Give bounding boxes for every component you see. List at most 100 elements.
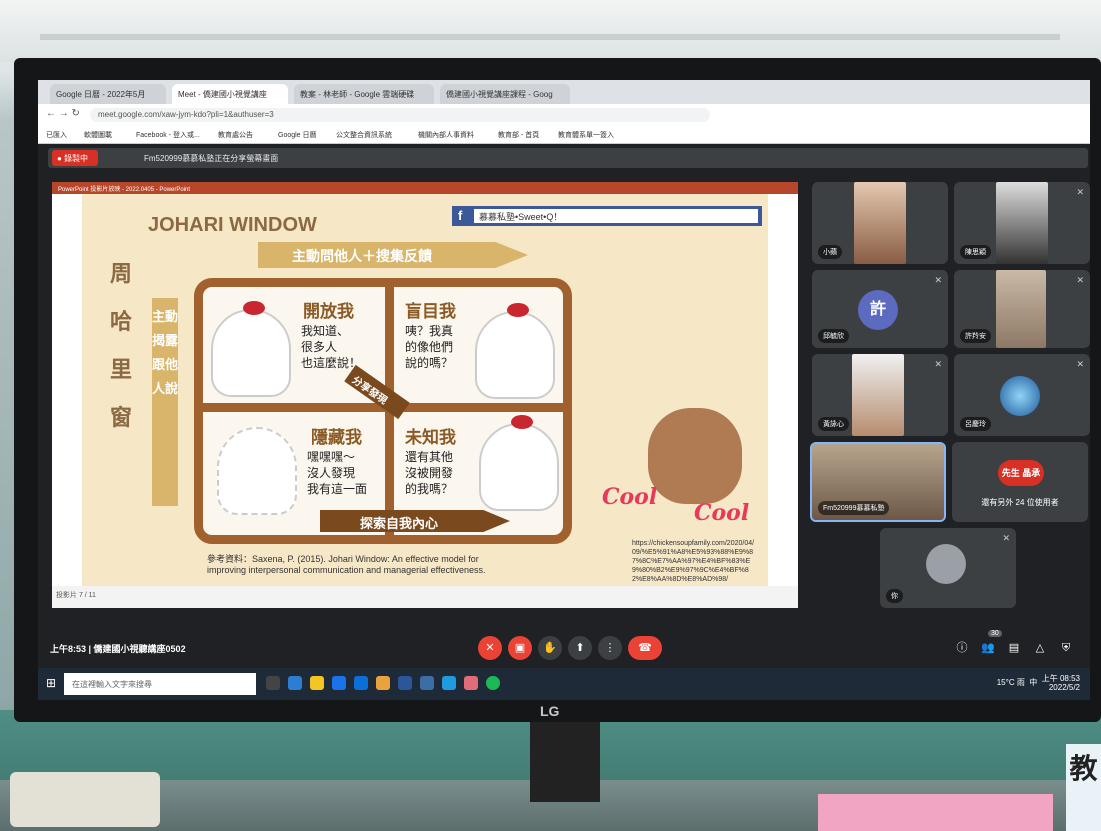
more-options-button[interactable]: ⋮ <box>598 636 622 660</box>
taskbar-search-input[interactable]: 在這裡輸入文字來搜尋 <box>64 673 256 695</box>
cool-text-1: Cool <box>602 484 658 510</box>
bookmark-item[interactable]: 軟體圖載 <box>84 130 112 140</box>
screen: Google 日曆 - 2022年5月 Meet - 僑建國小視覺講座 教案 -… <box>38 80 1090 700</box>
mic-off-icon: ✕ <box>1076 359 1084 369</box>
tab-course[interactable]: 僑建國小視覺講座課程 - Goog <box>440 84 570 104</box>
windows-start-icon[interactable]: ⊞ <box>46 676 56 690</box>
slide: JOHARI WINDOW f 慕慕私塾•Sweet•Q！ 主動問他人＋搜集反饋… <box>82 194 768 586</box>
monitor-brand-logo: LG <box>540 703 560 719</box>
task-view-icon[interactable] <box>266 676 280 690</box>
bookmark-item[interactable]: 公文整合資訊系統 <box>336 130 392 140</box>
room-sign: 教 <box>1066 744 1101 831</box>
powerpoint-icon[interactable] <box>464 676 478 690</box>
participant-avatar: 先生 晶承 <box>998 460 1044 486</box>
scanner-device <box>10 772 160 827</box>
reference-text: 參考資料：Saxena, P. (2015). Johari Window: A… <box>207 554 485 576</box>
tray-time: 上午 08:53 <box>1041 674 1080 683</box>
recording-badge[interactable]: ● 錄製中 <box>52 150 98 166</box>
tab-meet[interactable]: Meet - 僑建國小視覺講座 <box>172 84 288 104</box>
word-icon[interactable] <box>398 676 412 690</box>
people-icon[interactable]: 👥 <box>976 636 1000 660</box>
mic-off-icon: ✕ <box>934 359 942 369</box>
url-field[interactable]: meet.google.com/xaw-jym-kdo?pli=1&authus… <box>90 108 710 122</box>
meeting-info: 上午8:53 | 僑建國小視聽講座0502 <box>50 644 186 654</box>
participant-tile[interactable]: ✕ 呂慶玲 <box>954 354 1090 436</box>
quadrant-blind-title: 盲目我 <box>405 302 456 322</box>
info-icon[interactable]: ⓘ <box>950 636 974 660</box>
bookmark-item[interactable]: 教育體系單一簽入 <box>558 130 614 140</box>
tab-drive[interactable]: 教案 - 林老師 - Google 雲端硬碟 <box>294 84 434 104</box>
system-tray: 15°C 雨 中 上午 08:53 2022/5/2 <box>997 674 1080 692</box>
raise-hand-button[interactable]: ✋ <box>538 636 562 660</box>
presenting-text: Fm520999慕慕私塾正在分享螢幕畫面 <box>144 154 279 163</box>
quadrant-unknown-text: 還有其他 沒被開發 的我嗎？ <box>405 450 454 496</box>
quadrant-unknown-title: 未知我 <box>405 428 456 448</box>
hen-comb <box>243 301 265 315</box>
hen-comb <box>507 303 529 317</box>
side-arrow: 主動揭露跟他人說 <box>152 298 178 506</box>
hen-illustration <box>479 415 559 511</box>
participant-video <box>996 182 1048 264</box>
photo-scene: 教 LG Google 日曆 - 2022年5月 Meet - 僑建國小視覺講座… <box>0 0 1101 831</box>
tab-calendar[interactable]: Google 日曆 - 2022年5月 <box>50 84 166 104</box>
participant-tile[interactable]: ✕ 黃詠心 <box>812 354 948 436</box>
camera-toggle-button[interactable]: ▣ <box>508 636 532 660</box>
hen-comb <box>511 415 533 429</box>
bookmark-item[interactable]: 教育處公告 <box>218 130 253 140</box>
quadrant-hidden-title: 隱藏我 <box>311 428 362 448</box>
mail-icon[interactable] <box>354 676 368 690</box>
participant-avatar: 許 <box>858 290 898 330</box>
bookmark-item[interactable]: 已匯入 <box>46 130 67 140</box>
mic-off-icon: ✕ <box>934 275 942 285</box>
self-tile[interactable]: ✕ 你 <box>880 528 1016 608</box>
store-icon[interactable] <box>332 676 346 690</box>
participant-name: 呂慶玲 <box>960 417 991 431</box>
participant-tile[interactable]: 小蘋 <box>812 182 948 264</box>
participant-name: 許羚安 <box>960 329 991 343</box>
participant-tile[interactable]: 許 ✕ 邱毓欣 <box>812 270 948 348</box>
ime-indicator[interactable]: 中 <box>1029 678 1037 687</box>
ppt-title-bar: PowerPoint 投影片放映 - 2022.0405 - PowerPoin… <box>52 182 798 194</box>
nav-arrows-icon[interactable]: ← → ↻ <box>46 108 80 119</box>
hen-illustration <box>211 301 291 397</box>
bookmarks-bar: 已匯入 軟體圖載 Facebook - 登入或... 教育處公告 Google … <box>38 126 1090 144</box>
bookmark-item[interactable]: Google 日曆 <box>278 130 317 140</box>
mic-off-icon: ✕ <box>1076 275 1084 285</box>
monitor-stand <box>530 722 600 802</box>
present-button[interactable]: ⬆ <box>568 636 592 660</box>
activities-icon[interactable]: △ <box>1028 636 1052 660</box>
tray-date: 2022/5/2 <box>1048 683 1080 692</box>
bear-mascot <box>648 408 742 504</box>
bookmark-item[interactable]: 教育部 - 首頁 <box>498 130 539 140</box>
recording-label: 錄製中 <box>64 154 89 163</box>
recording-bar: ● 錄製中 Fm520999慕慕私塾正在分享螢幕畫面 <box>48 148 1088 168</box>
leave-call-button[interactable]: ☎ <box>628 636 662 660</box>
host-controls-icon[interactable]: ⛨ <box>1054 636 1078 660</box>
participant-tile[interactable]: ✕ 陳思穎 <box>954 182 1090 264</box>
more-participants-tile[interactable]: 先生 晶承 還有另外 24 位使用者 <box>952 442 1088 522</box>
johari-grid: 開放我 我知道、 很多人 也這麼說！ 盲目我 咦？我真 的像他們 說的嗎？ 隱藏… <box>194 278 572 544</box>
bookmark-item[interactable]: Facebook - 登入或... <box>136 130 200 140</box>
mic-off-icon: ✕ <box>1076 187 1084 197</box>
bookmark-item[interactable]: 機關內部人事資料 <box>418 130 474 140</box>
participant-name: Fm520999慕慕私塾 <box>818 501 890 515</box>
file-explorer-icon[interactable] <box>310 676 324 690</box>
app-icon[interactable] <box>420 676 434 690</box>
participant-tile-presenter[interactable]: Fm520999慕慕私塾 <box>810 442 946 522</box>
mic-toggle-button[interactable]: ✕ <box>478 636 502 660</box>
participant-name: 黃詠心 <box>818 417 849 431</box>
chrome-icon[interactable] <box>376 676 390 690</box>
quadrant-hidden-text: 嘿嘿嘿～ 沒人發現 我有這一面 <box>307 450 368 496</box>
chat-icon[interactable]: ▤ <box>1002 636 1026 660</box>
app-icon[interactable] <box>442 676 456 690</box>
windows-taskbar: ⊞ 在這裡輸入文字來搜尋 15°C 雨 中 上午 08:53 2022/5/2 <box>38 668 1090 700</box>
address-bar: ← → ↻ meet.google.com/xaw-jym-kdo?pli=1&… <box>38 104 1090 126</box>
spotify-icon[interactable] <box>486 676 500 690</box>
edge-icon[interactable] <box>288 676 302 690</box>
more-participants-label: 還有另外 24 位使用者 <box>981 498 1059 507</box>
bottom-arrow: 探索自我內心 <box>320 510 510 532</box>
presentation-window: PowerPoint 投影片放映 - 2022.0405 - PowerPoin… <box>52 182 798 608</box>
meeting-name: 僑建國小視聽講座0502 <box>93 644 186 654</box>
cool-text-2: Cool <box>694 500 750 526</box>
participant-tile[interactable]: ✕ 許羚安 <box>954 270 1090 348</box>
